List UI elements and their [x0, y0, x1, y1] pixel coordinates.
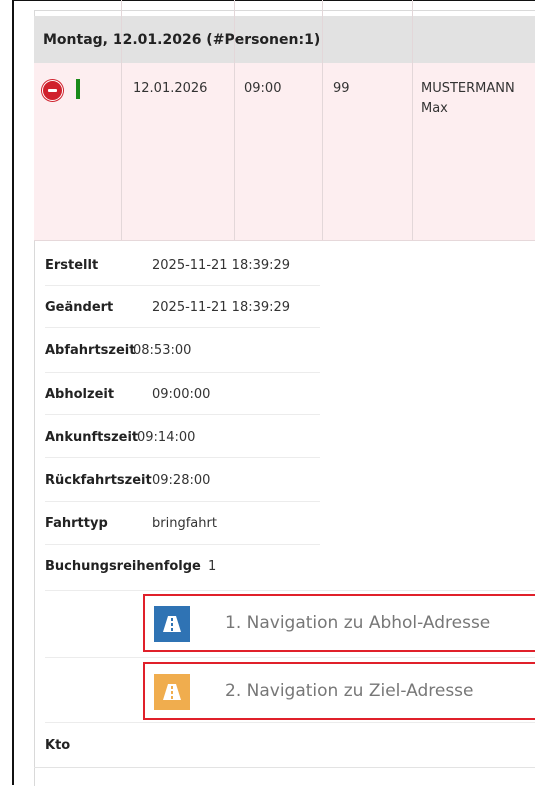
column-divider	[412, 0, 413, 240]
column-divider	[322, 0, 323, 240]
booking-name-last: MUSTERMANN	[421, 81, 515, 96]
window-top-border	[12, 0, 535, 1]
detail-label-abholzeit: Abholzeit	[45, 387, 115, 402]
detail-value-fahrttyp: bringfahrt	[152, 516, 217, 531]
divider	[45, 285, 320, 286]
divider	[45, 657, 535, 658]
booking-date: 12.01.2026	[133, 81, 208, 96]
detail-label-erstellt: Erstellt	[45, 258, 99, 273]
detail-value-abholzeit: 09:00:00	[152, 387, 211, 402]
detail-value-rueckfahrtszeit: 09:28:00	[152, 473, 211, 488]
status-indicator	[76, 79, 80, 99]
divider	[45, 372, 320, 373]
detail-label-geaendert: Geändert	[45, 300, 114, 315]
detail-label-fahrttyp: Fahrttyp	[45, 516, 108, 531]
minus-icon	[48, 89, 57, 92]
detail-value-erstellt: 2025-11-21 18:39:29	[152, 258, 291, 273]
navigate-pickup-label: 1. Navigation zu Abhol-Adresse	[225, 613, 491, 633]
detail-label-abfahrtszeit: Abfahrtszeit	[45, 343, 136, 358]
booking-name-first: Max	[421, 101, 448, 116]
column-divider	[234, 0, 235, 240]
detail-label-buchungsreihenfolge: Buchungsreihenfolge	[45, 559, 201, 574]
divider	[45, 414, 320, 415]
panel-bottom-border	[34, 767, 535, 768]
navigate-destination-label: 2. Navigation zu Ziel-Adresse	[225, 681, 474, 701]
divider	[45, 457, 320, 458]
day-header: Montag, 12.01.2026 (#Personen:1)	[34, 16, 535, 63]
divider	[45, 327, 320, 328]
detail-value-ankunftszeit: 09:14:00	[137, 430, 196, 445]
detail-value-buchungsreihenfolge: 1	[208, 559, 217, 574]
divider	[45, 544, 320, 545]
road-icon	[154, 606, 190, 642]
divider	[45, 722, 535, 723]
road-icon	[154, 674, 190, 710]
navigate-pickup-button[interactable]: 1. Navigation zu Abhol-Adresse	[143, 594, 535, 652]
detail-label-rueckfahrtszeit: Rückfahrtszeit	[45, 473, 152, 488]
column-divider	[121, 0, 122, 240]
detail-label-ankunftszeit: Ankunftszeit	[45, 430, 139, 445]
detail-value-abfahrtszeit: 08:53:00	[133, 343, 192, 358]
remove-booking-button[interactable]	[42, 80, 63, 101]
booking-time: 09:00	[244, 81, 282, 96]
window-left-border	[12, 0, 14, 785]
navigate-destination-button[interactable]: 2. Navigation zu Ziel-Adresse	[143, 662, 535, 720]
divider	[45, 501, 320, 502]
booking-number: 99	[333, 81, 350, 96]
kto-label: Kto	[45, 738, 71, 753]
detail-value-geaendert: 2025-11-21 18:39:29	[152, 300, 291, 315]
day-header-title: Montag, 12.01.2026 (#Personen:1)	[43, 31, 321, 48]
divider	[45, 590, 535, 591]
